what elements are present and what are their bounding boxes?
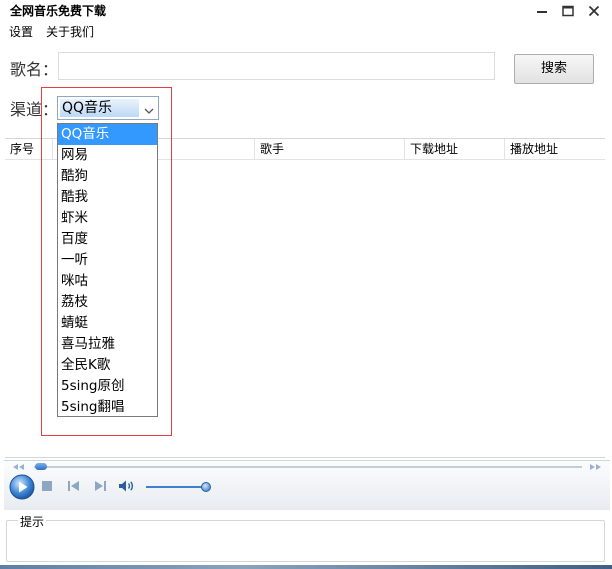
menu-about[interactable]: 关于我们 (46, 23, 94, 40)
channel-dropdown-list: QQ音乐 网易 酷狗 酷我 虾米 百度 一听 咪咕 荔枝 蜻蜓 喜马拉雅 全民K… (57, 123, 158, 417)
chevron-down-icon (144, 104, 154, 118)
column-singer[interactable]: 歌手 (255, 139, 405, 160)
media-player (4, 460, 610, 510)
volume-slider[interactable] (146, 486, 206, 488)
channel-option[interactable]: 酷我 (58, 187, 157, 208)
maximize-icon (562, 5, 574, 17)
window-title: 全网音乐免费下载 (10, 4, 107, 18)
channel-option[interactable]: QQ音乐 (58, 124, 157, 145)
previous-icon[interactable] (66, 479, 82, 493)
volume-icon[interactable] (118, 478, 136, 494)
song-name-label: 歌名： (10, 60, 59, 79)
column-index[interactable]: 序号 (5, 139, 53, 160)
channel-option[interactable]: 喜马拉雅 (58, 334, 157, 355)
channel-option[interactable]: 全民K歌 (58, 355, 157, 376)
seek-bar[interactable] (34, 466, 582, 468)
tips-group: 提示 (6, 513, 605, 562)
column-download-url[interactable]: 下载地址 (405, 139, 505, 160)
channel-select[interactable]: QQ音乐 (57, 96, 159, 120)
close-button[interactable] (580, 0, 608, 22)
maximize-button[interactable] (554, 0, 582, 22)
channel-option[interactable]: 酷狗 (58, 166, 157, 187)
desktop-background-strip (0, 565, 612, 569)
rewind-icon[interactable] (8, 462, 28, 472)
play-icon[interactable] (9, 474, 35, 500)
menu-bar: 设置 关于我们 (0, 22, 612, 40)
channel-option[interactable]: 虾米 (58, 208, 157, 229)
channel-option[interactable]: 荔枝 (58, 292, 157, 313)
channel-option[interactable]: 咪咕 (58, 271, 157, 292)
column-play-url[interactable]: 播放地址 (505, 139, 605, 160)
channel-option[interactable]: 5sing翻唱 (58, 397, 157, 418)
channel-label: 渠道： (10, 100, 59, 119)
close-icon (588, 5, 600, 17)
channel-selected-value: QQ音乐 (60, 99, 139, 117)
minimize-icon (536, 5, 548, 17)
menu-settings[interactable]: 设置 (9, 23, 33, 40)
search-button[interactable]: 搜索 (514, 54, 594, 84)
fast-forward-icon[interactable] (586, 462, 606, 472)
song-name-input[interactable] (58, 52, 495, 80)
channel-option[interactable]: 蜻蜓 (58, 313, 157, 334)
next-icon[interactable] (92, 479, 108, 493)
seek-handle[interactable] (35, 463, 47, 470)
minimize-button[interactable] (528, 0, 556, 22)
channel-option[interactable]: 网易 (58, 145, 157, 166)
channel-option[interactable]: 5sing原创 (58, 376, 157, 397)
stop-icon[interactable] (40, 479, 54, 493)
main-window: 全网音乐免费下载 设置 关于我们 歌名： 搜索 渠道： QQ音乐 序号 歌手 下… (0, 0, 612, 569)
channel-option[interactable]: 一听 (58, 250, 157, 271)
volume-handle[interactable] (201, 482, 211, 492)
channel-option[interactable]: 百度 (58, 229, 157, 250)
title-bar: 全网音乐免费下载 (0, 0, 612, 22)
tips-label: 提示 (18, 513, 47, 530)
